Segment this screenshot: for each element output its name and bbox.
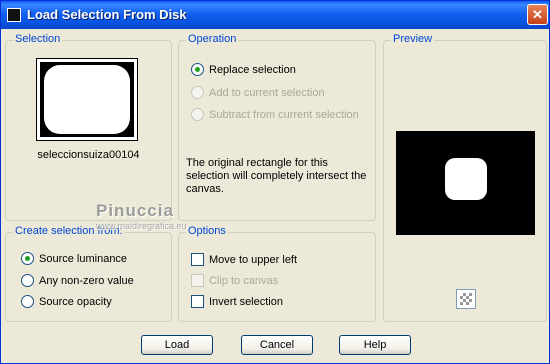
title-bar[interactable]: Load Selection From Disk ✕ [1,1,549,29]
operation-group-legend: Operation [186,33,239,45]
checkbox-label: Clip to canvas [209,274,279,287]
radio-label: Any non-zero value [39,274,134,287]
source-luminance-radio[interactable]: Source luminance [21,252,127,265]
selection-group-legend: Selection [13,33,63,45]
radio-label: Source opacity [39,295,112,308]
dialog-window: Load Selection From Disk ✕ Selection sel… [0,0,550,364]
close-button[interactable]: ✕ [527,4,548,25]
source-opacity-radio[interactable]: Source opacity [21,295,112,308]
window-title: Load Selection From Disk [27,7,187,22]
load-button[interactable]: Load [141,335,213,355]
app-icon [7,8,21,22]
preview-canvas [396,131,535,235]
radio-indicator [21,295,34,308]
transparency-checker-icon[interactable] [456,289,476,309]
operation-info-text: The original rectangle for this selectio… [186,157,367,195]
checkbox-label: Move to upper left [209,253,298,266]
checkbox-label: Invert selection [209,295,283,308]
preview-shape [445,158,487,200]
radio-indicator [191,63,204,76]
subtract-from-selection-radio[interactable]: Subtract from current selection [191,108,359,121]
radio-indicator [191,86,204,99]
radio-label: Replace selection [209,63,296,76]
radio-indicator [21,274,34,287]
checkbox-box [191,274,204,287]
preview-group-legend: Preview [391,33,435,45]
selection-thumbnail[interactable] [36,58,138,141]
invert-selection-checkbox[interactable]: Invert selection [191,295,283,308]
radio-label: Source luminance [39,252,128,265]
radio-indicator [21,252,34,265]
radio-label: Subtract from current selection [209,108,359,121]
checker-pattern [460,293,472,305]
replace-selection-radio[interactable]: Replace selection [191,63,296,76]
thumbnail-image [40,62,134,137]
watermark-name: Pinuccia [96,201,174,220]
thumbnail-shape [44,65,130,134]
move-to-upper-left-checkbox[interactable]: Move to upper left [191,253,297,266]
any-non-zero-value-radio[interactable]: Any non-zero value [21,274,134,287]
cancel-button[interactable]: Cancel [241,335,313,355]
radio-indicator [191,108,204,121]
clip-to-canvas-checkbox[interactable]: Clip to canvas [191,274,278,287]
checkbox-box [191,295,204,308]
watermark-url: www.maidiregrafica.eu [96,221,187,231]
checkbox-box [191,253,204,266]
options-group-legend: Options [186,225,228,237]
radio-label: Add to current selection [209,86,325,99]
add-to-selection-radio[interactable]: Add to current selection [191,86,325,99]
help-button[interactable]: Help [339,335,411,355]
selection-file-name: seleccionsuiza00104 [37,149,140,161]
